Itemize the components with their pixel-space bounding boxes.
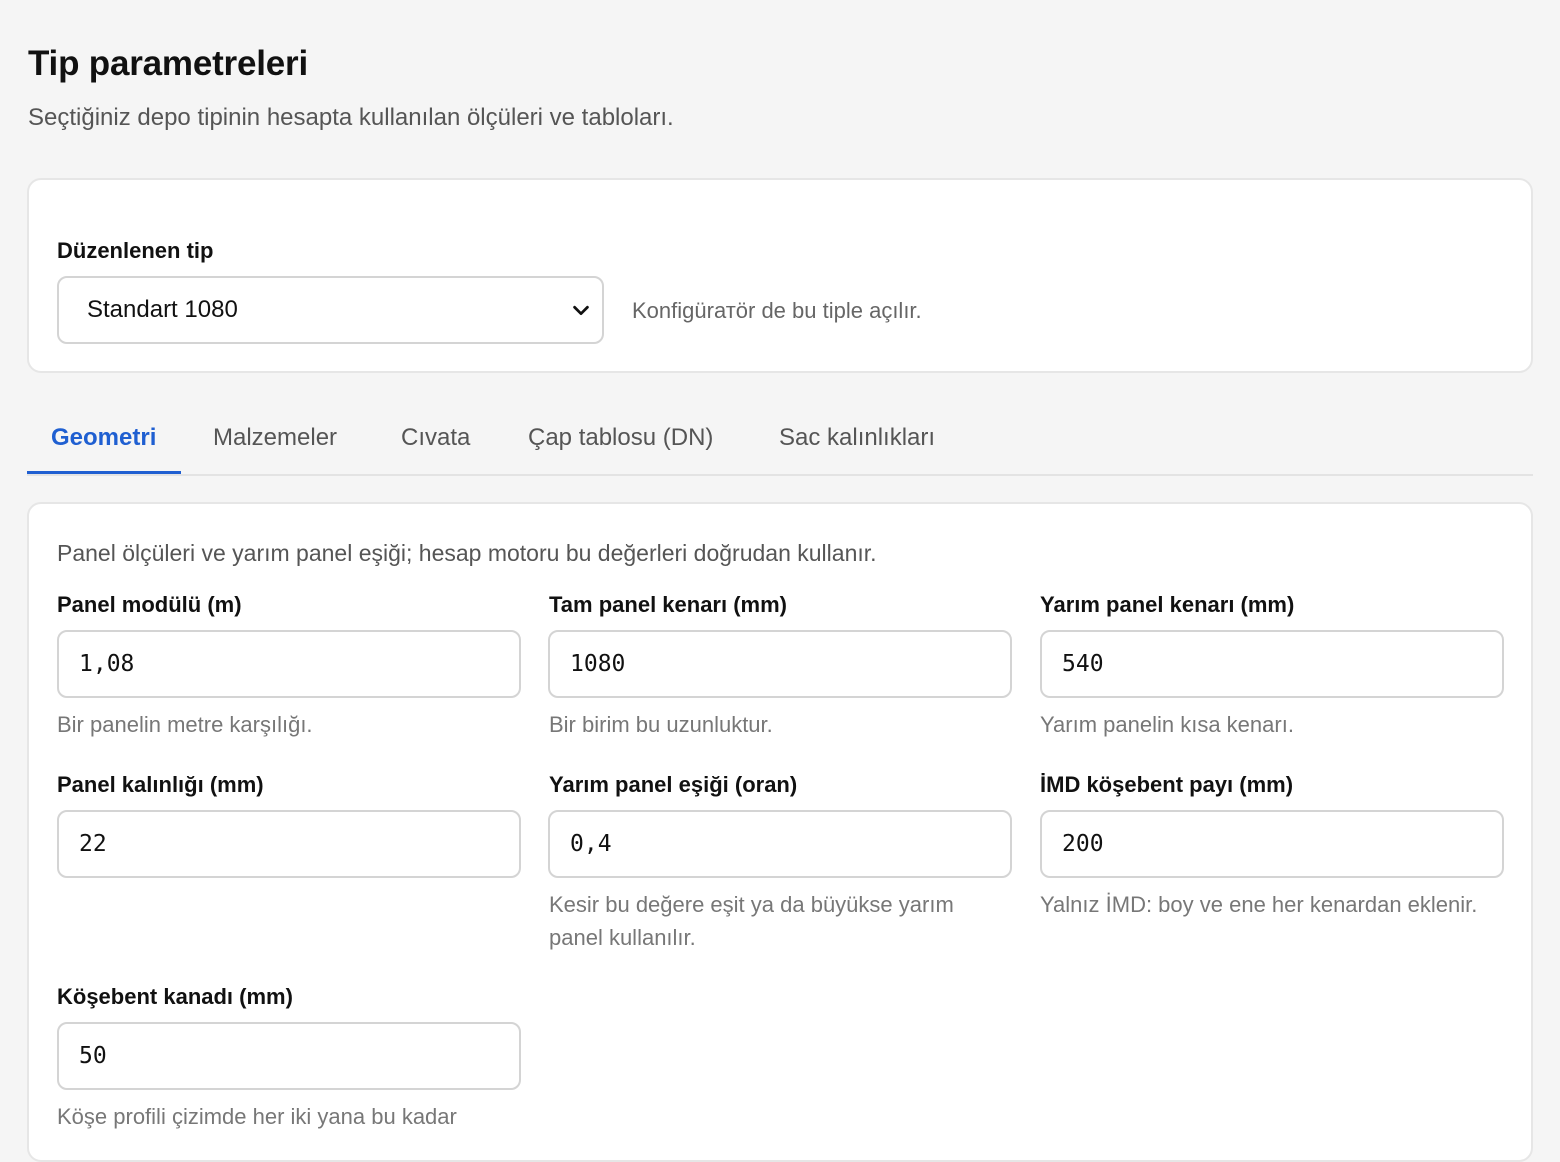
tab-bar: Geometri Malzemeler Cıvata Çap tablosu (… <box>27 400 1533 476</box>
panel-module-help: Bir panelin metre karşılığı. <box>57 712 313 737</box>
type-selector-hint: Konfigürатör de bu tiple açılır. <box>632 298 922 323</box>
panel-module-label: Panel modülü (m) <box>57 592 242 617</box>
active-tab-indicator <box>27 471 181 474</box>
half-panel-threshold-label: Yarım panel eşiği (oran) <box>549 772 798 797</box>
half-panel-threshold-help: Kesir bu değere eşit ya da büyükse yarım… <box>549 892 954 950</box>
half-panel-edge-input[interactable] <box>1040 630 1504 698</box>
panel-thickness-input[interactable] <box>57 810 521 878</box>
angle-flange-help: Köşe profili çizimde her iki yana bu kad… <box>57 1104 457 1129</box>
tab-cap-tablosu[interactable]: Çap tablosu (DN) <box>528 400 713 474</box>
page-title: Tip parametreleri <box>28 44 308 83</box>
type-selector-card: Düzenlenen tip Standart 1080 Konfigürатö… <box>27 178 1533 373</box>
geometry-card: Panel ölçüleri ve yarım panel eşiği; hes… <box>27 502 1533 1162</box>
full-panel-edge-label: Tam panel kenarı (mm) <box>549 592 787 617</box>
panel-thickness-label: Panel kalınlığı (mm) <box>57 772 264 797</box>
imd-angle-allowance-input[interactable] <box>1040 810 1504 878</box>
angle-flange-input[interactable] <box>57 1022 521 1090</box>
page-subtitle: Seçtiğiniz depo tipinin hesapta kullanıl… <box>28 104 674 131</box>
geometry-intro: Panel ölçüleri ve yarım panel eşiği; hes… <box>57 540 877 566</box>
type-select-value: Standart 1080 <box>87 296 238 323</box>
full-panel-edge-input[interactable] <box>548 630 1012 698</box>
panel-module-input[interactable] <box>57 630 521 698</box>
tab-malzemeler[interactable]: Malzemeler <box>213 400 337 474</box>
tab-sac-kalinliklari[interactable]: Sac kalınlıkları <box>779 400 935 474</box>
type-selector-label: Düzenlenen tip <box>57 238 214 263</box>
tab-geometri[interactable]: Geometri <box>51 400 156 474</box>
type-select[interactable]: Standart 1080 <box>57 276 604 344</box>
full-panel-edge-help: Bir birim bu uzunluktur. <box>549 712 773 737</box>
half-panel-edge-label: Yarım panel kenarı (mm) <box>1040 592 1295 617</box>
angle-flange-label: Köşebent kanadı (mm) <box>57 984 293 1009</box>
imd-angle-allowance-label: İMD köşebent payı (mm) <box>1040 772 1294 797</box>
half-panel-threshold-input[interactable] <box>548 810 1012 878</box>
half-panel-edge-help: Yarım panelin kısa kenarı. <box>1040 712 1294 737</box>
chevron-down-icon <box>573 305 589 316</box>
imd-angle-allowance-help: Yalnız İMD: boy ve ene her kenardan ekle… <box>1040 892 1478 917</box>
tab-civata[interactable]: Cıvata <box>401 400 470 474</box>
